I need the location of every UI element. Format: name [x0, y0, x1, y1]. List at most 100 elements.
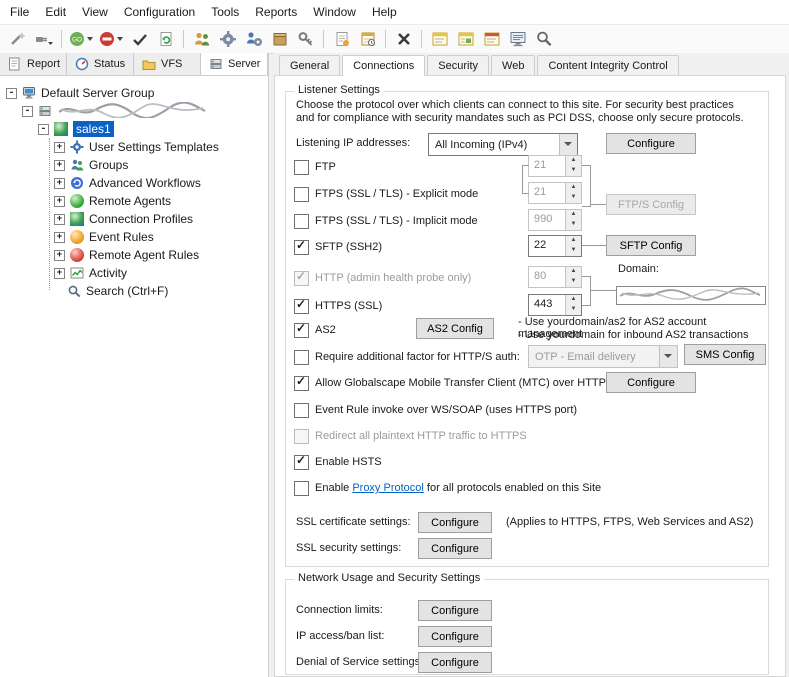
connection-profiles-icon — [70, 212, 84, 226]
security-key-icon[interactable] — [293, 27, 318, 52]
tree-item-connection-profiles[interactable]: + Connection Profiles — [0, 210, 268, 228]
listening-ip-configure-button[interactable]: Configure — [606, 133, 696, 154]
expand-icon[interactable]: + — [54, 141, 65, 153]
ssl-certificate-configure-button[interactable]: Configure — [418, 512, 492, 533]
monitor-report-icon[interactable] — [505, 27, 530, 52]
menu-edit[interactable]: Edit — [37, 0, 74, 24]
ftp-checkbox[interactable] — [294, 159, 309, 175]
tab-vfs[interactable]: VFS — [134, 53, 201, 75]
expand-icon[interactable]: + — [54, 195, 65, 207]
mtc-checkbox[interactable] — [294, 374, 309, 391]
spinner-arrows-icon[interactable]: ▲ ▼ — [565, 183, 581, 203]
audit-search-icon[interactable] — [531, 27, 556, 52]
ftps-explicit-checkbox[interactable] — [294, 186, 309, 202]
tree-item-sales1[interactable]: - sales1 — [0, 120, 268, 138]
listening-ip-dropdown[interactable]: All Incoming (IPv4) — [428, 133, 578, 156]
menu-help[interactable]: Help — [364, 0, 405, 24]
sftp-port-spinner[interactable]: 22 ▲ ▼ — [528, 235, 582, 257]
tree-item-activity[interactable]: + Activity — [0, 264, 268, 282]
refresh-config-icon[interactable] — [153, 27, 178, 52]
tree-item-default-server-group[interactable]: - Default Server Group — [0, 84, 268, 102]
schedule-report-icon[interactable] — [355, 27, 380, 52]
site-wizard-icon[interactable] — [5, 27, 30, 52]
connections-tab-page: Listener Settings Choose the protocol ov… — [274, 75, 786, 677]
menu-window[interactable]: Window — [305, 0, 364, 24]
as2-config-button[interactable]: AS2 Config — [416, 318, 494, 339]
collapse-icon[interactable]: - — [6, 87, 17, 99]
menu-configuration[interactable]: Configuration — [116, 0, 203, 24]
soap-checkbox[interactable] — [294, 402, 309, 418]
tab-general[interactable]: General — [279, 55, 341, 75]
toolbar-separator — [183, 30, 184, 48]
new-report-icon[interactable] — [329, 27, 354, 52]
expand-icon[interactable]: + — [54, 177, 65, 189]
report-window-icon-3[interactable] — [479, 27, 504, 52]
as2-checkbox[interactable] — [294, 321, 309, 338]
connect-wizard-icon[interactable] — [31, 27, 56, 52]
https-checkbox[interactable] — [294, 297, 309, 314]
tab-web[interactable]: Web — [491, 55, 536, 75]
delete-icon[interactable] — [391, 27, 416, 52]
tree-item-server[interactable]: - — [0, 100, 268, 120]
tree-item-search[interactable]: Search (Ctrl+F) — [0, 282, 268, 300]
report-window-icon-2[interactable] — [453, 27, 478, 52]
menu-file[interactable]: File — [2, 0, 37, 24]
users-icon[interactable] — [189, 27, 214, 52]
tree-item-remote-agent-rules[interactable]: + Remote Agent Rules — [0, 246, 268, 264]
tree-item-groups[interactable]: + Groups — [0, 156, 268, 174]
menu-view[interactable]: View — [74, 0, 116, 24]
server-tab-icon — [209, 57, 223, 71]
ip-access-ban-configure-button[interactable]: Configure — [418, 626, 492, 647]
tab-connections[interactable]: Connections — [342, 55, 426, 76]
mtc-configure-button[interactable]: Configure — [606, 372, 696, 393]
collapse-icon[interactable]: - — [38, 123, 49, 135]
domain-field-redacted[interactable] — [616, 286, 766, 305]
tab-status[interactable]: Status — [67, 53, 134, 75]
soap-label: Event Rule invoke over WS/SOAP (uses HTT… — [315, 404, 578, 416]
ftps-config-button[interactable]: FTP/S Config — [606, 194, 696, 215]
spinner-arrows-icon[interactable]: ▲ ▼ — [565, 156, 581, 176]
stop-dropdown-icon[interactable] — [97, 27, 126, 52]
tab-content-integrity-control[interactable]: Content Integrity Control — [537, 55, 679, 75]
spinner-arrows-icon[interactable]: ▲ ▼ — [565, 236, 581, 256]
expand-icon[interactable]: + — [54, 213, 65, 225]
expand-icon[interactable]: + — [54, 249, 65, 261]
spinner-arrows-icon[interactable]: ▲ ▼ — [565, 295, 581, 315]
otp-checkbox[interactable] — [294, 349, 309, 365]
menu-reports[interactable]: Reports — [247, 0, 305, 24]
tab-security[interactable]: Security — [427, 55, 490, 75]
proxy-protocol-link[interactable]: Proxy Protocol — [352, 482, 424, 494]
go-dropdown-icon[interactable]: GO — [67, 27, 96, 52]
hsts-checkbox[interactable] — [294, 453, 309, 470]
user-gear-icon[interactable] — [241, 27, 266, 52]
tree-item-user-settings-templates[interactable]: + User Settings Templates — [0, 138, 268, 156]
backup-archive-icon[interactable] — [267, 27, 292, 52]
gear-icon[interactable] — [215, 27, 240, 52]
connection-limits-configure-button[interactable]: Configure — [418, 600, 492, 621]
tree-item-event-rules[interactable]: + Event Rules — [0, 228, 268, 246]
proxy-protocol-checkbox[interactable] — [294, 480, 309, 496]
spinner-arrows-icon[interactable]: ▲ ▼ — [565, 210, 581, 230]
tab-report[interactable]: Report — [0, 53, 67, 75]
expand-icon[interactable]: + — [54, 231, 65, 243]
ssl-security-configure-button[interactable]: Configure — [418, 538, 492, 559]
ftps-implicit-port-spinner[interactable]: 990 ▲ ▼ — [528, 209, 582, 231]
expand-icon[interactable]: + — [54, 159, 65, 171]
apply-check-icon[interactable] — [127, 27, 152, 52]
tab-server[interactable]: Server — [201, 53, 268, 75]
tree-item-advanced-workflows[interactable]: + Advanced Workflows — [0, 174, 268, 192]
dropdown-arrow-icon[interactable] — [559, 134, 577, 155]
sftp-config-button[interactable]: SFTP Config — [606, 235, 696, 256]
menu-tools[interactable]: Tools — [203, 0, 247, 24]
dos-settings-configure-button[interactable]: Configure — [418, 652, 492, 673]
https-port-spinner[interactable]: 443 ▲ ▼ — [528, 294, 582, 316]
collapse-icon[interactable]: - — [22, 105, 33, 117]
ftps-explicit-port-spinner[interactable]: 21 ▲ ▼ — [528, 182, 582, 204]
expand-icon[interactable]: + — [54, 267, 65, 279]
report-window-icon-1[interactable] — [427, 27, 452, 52]
sftp-checkbox[interactable] — [294, 238, 309, 255]
tree-item-remote-agents[interactable]: + Remote Agents — [0, 192, 268, 210]
ftp-port-spinner[interactable]: 21 ▲ ▼ — [528, 155, 582, 177]
sms-config-button[interactable]: SMS Config — [684, 344, 766, 365]
ftps-implicit-checkbox[interactable] — [294, 213, 309, 229]
